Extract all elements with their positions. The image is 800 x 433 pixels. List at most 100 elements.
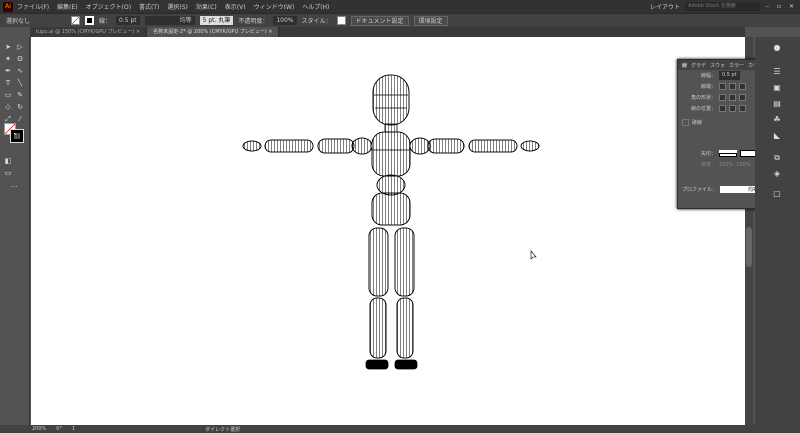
type-tool-icon[interactable]: T: [4, 79, 12, 87]
align-inside-icon[interactable]: [729, 105, 736, 112]
direct-selection-tool-icon[interactable]: ▷: [16, 43, 24, 51]
rotation-value[interactable]: 0°: [56, 426, 62, 432]
close-button[interactable]: ✕: [789, 3, 794, 10]
align-center-icon[interactable]: [719, 105, 726, 112]
style-label: スタイル：: [302, 16, 332, 25]
dashed-label: 破線: [692, 119, 702, 126]
more-tools-icon[interactable]: …: [10, 181, 18, 189]
profile-label: プロファイル：: [682, 186, 717, 193]
mannequin-arm-left: [243, 138, 372, 154]
stroke-panel-icon[interactable]: ☰: [772, 67, 782, 77]
stroke-swatch[interactable]: [85, 16, 94, 25]
tab-stroke[interactable]: 線: [682, 62, 687, 69]
menu-effect[interactable]: 効果(C): [196, 2, 217, 11]
document-setup-button[interactable]: ドキュメント設定: [351, 16, 409, 26]
butt-cap-icon[interactable]: [719, 83, 726, 90]
scale-label: 倍率：: [682, 161, 716, 168]
round-join-icon[interactable]: [729, 94, 736, 101]
transform-icon[interactable]: ⧉: [772, 153, 782, 163]
screen-mode-icon[interactable]: ▭: [4, 169, 12, 177]
menu-file[interactable]: ファイル(F): [17, 2, 49, 11]
lasso-icon[interactable]: ʘ: [16, 55, 24, 63]
rectangle-tool-icon[interactable]: ▭: [4, 91, 12, 99]
scale-end[interactable]: 100%: [736, 162, 750, 168]
artboards-icon[interactable]: ▢: [772, 189, 782, 199]
align-label: 線の位置：: [682, 105, 716, 112]
bevel-join-icon[interactable]: [739, 94, 746, 101]
artboard-canvas[interactable]: [31, 37, 745, 425]
menu-window[interactable]: ウィンドウ(W): [254, 2, 295, 11]
tab-label: tupu.ai @ 150% (CMYK/GPU プレビュー): [36, 29, 134, 35]
tab-label: 名称未設定-2* @ 200% (CMYK/GPU プレビュー): [153, 29, 266, 35]
preferences-button[interactable]: 環境設定: [414, 16, 448, 26]
tab-swatches[interactable]: スウォ: [710, 62, 725, 69]
mouse-cursor-icon: [531, 251, 536, 259]
workspace-switcher[interactable]: レイアウト: [650, 2, 680, 11]
eraser-icon[interactable]: ◇: [4, 103, 12, 111]
menu-select[interactable]: 選択(S): [167, 2, 188, 11]
weight-label: 線幅：: [682, 72, 716, 79]
brushes-icon[interactable]: ▤: [772, 99, 782, 109]
maximize-button[interactable]: ▫: [777, 3, 781, 10]
scroll-thumb[interactable]: [746, 227, 752, 267]
style-swatch[interactable]: [337, 16, 346, 25]
menu-help[interactable]: ヘルプ(H): [302, 2, 329, 11]
panel-tabs: 線 グラデ スウォ カラー カラー: [678, 60, 764, 70]
tools-panel: ➤ ▷ ✦ ʘ ✒ ∿ T ╲ ▭ ✎ ◇ ↻ ⤢ ⁄ ✋ ⌕ ◧ ▭ …: [0, 37, 30, 425]
stock-search-input[interactable]: Adobe Stock を検索: [685, 2, 760, 11]
menu-edit[interactable]: 編集(E): [57, 2, 77, 11]
fill-swatch[interactable]: [71, 16, 80, 25]
draw-mode-icon[interactable]: ◧: [4, 157, 12, 165]
menu-bar: Ai ファイル(F) 編集(E) オブジェクト(O) 書式(T) 選択(S) 効…: [0, 0, 800, 13]
stroke-weight-input[interactable]: 0.5 pt: [116, 16, 140, 25]
square-cap-icon[interactable]: [739, 83, 746, 90]
symbols-icon[interactable]: ☘: [772, 115, 782, 125]
line-tool-icon[interactable]: ╲: [16, 79, 24, 87]
mannequin-torso: [372, 132, 410, 176]
curvature-icon[interactable]: ∿: [16, 67, 24, 75]
status-bar: 200% 0° 1 ダイレクト選択: [0, 425, 800, 433]
selection-status: 選択なし: [6, 16, 66, 25]
tab-tupu[interactable]: tupu.ai @ 150% (CMYK/GPU プレビュー) ✕: [30, 27, 147, 37]
align-outside-icon[interactable]: [739, 105, 746, 112]
miter-join-icon[interactable]: [719, 94, 726, 101]
panel-dock: ● ☰ ▣ ▤ ☘ ◣ ⧉ ◈ ▢: [755, 37, 800, 425]
layers-icon[interactable]: ◈: [772, 169, 782, 179]
menu-type[interactable]: 書式(T): [139, 2, 159, 11]
menu-view[interactable]: 表示(V): [225, 2, 246, 11]
tab-gradient[interactable]: グラデ: [691, 62, 706, 69]
selection-tool-icon[interactable]: ➤: [4, 43, 12, 51]
arrow-label: 矢印：: [682, 150, 716, 157]
control-bar: 選択なし 線： 0.5 pt 均等 5 pt. 丸筆 不透明度： 100% スタ…: [0, 13, 800, 27]
tab-color[interactable]: カラー: [729, 62, 744, 69]
opacity-input[interactable]: 100%: [273, 16, 296, 25]
tab-untitled-2[interactable]: 名称未設定-2* @ 200% (CMYK/GPU プレビュー) ✕: [147, 27, 279, 37]
properties-icon[interactable]: ●: [772, 43, 782, 53]
stroke-color-icon[interactable]: [11, 130, 23, 142]
zoom-level[interactable]: 200%: [32, 426, 46, 432]
minimize-button[interactable]: –: [766, 3, 769, 10]
mannequin-leg-left: [366, 228, 388, 369]
artboard-number[interactable]: 1: [72, 426, 75, 432]
dashed-checkbox[interactable]: [682, 119, 689, 126]
magic-wand-icon[interactable]: ✦: [4, 55, 12, 63]
cap-label: 線端：: [682, 83, 716, 90]
scale-icon[interactable]: ⤢: [4, 115, 12, 123]
weight-input[interactable]: 0.5 pt: [719, 71, 740, 80]
mannequin-artwork: [31, 37, 745, 425]
swatches-icon[interactable]: ▣: [772, 83, 782, 93]
paintbrush-icon[interactable]: ✎: [16, 91, 24, 99]
graphic-styles-icon[interactable]: ◣: [772, 131, 782, 141]
round-cap-icon[interactable]: [729, 83, 736, 90]
menu-object[interactable]: オブジェクト(O): [86, 2, 131, 11]
eyedropper-icon[interactable]: ⁄: [16, 115, 24, 123]
document-tabs: tupu.ai @ 150% (CMYK/GPU プレビュー) ✕ 名称未設定-…: [30, 27, 745, 37]
start-arrow-select[interactable]: [719, 150, 737, 157]
mannequin-head: [373, 75, 409, 125]
stroke-label: 線：: [99, 16, 111, 25]
brush-select[interactable]: 5 pt. 丸筆: [200, 16, 234, 25]
profile-select[interactable]: 均等: [145, 16, 195, 25]
scale-start[interactable]: 100%: [719, 162, 733, 168]
pen-tool-icon[interactable]: ✒: [4, 67, 12, 75]
rotate-icon[interactable]: ↻: [16, 103, 24, 111]
